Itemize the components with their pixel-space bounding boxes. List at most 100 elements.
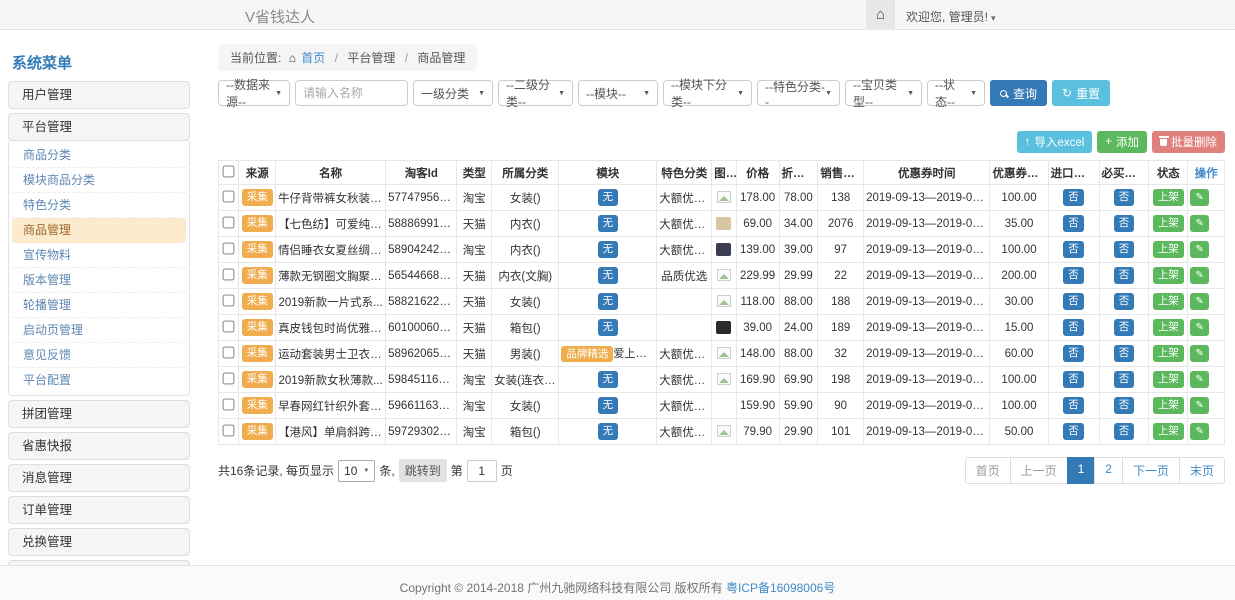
edit-button[interactable]: ✎ (1190, 345, 1209, 362)
icp-link[interactable]: 粤ICP备16098006号 (726, 581, 835, 595)
status-badge[interactable]: 上架 (1153, 215, 1184, 232)
sidebar-item-模块商品分类[interactable]: 模块商品分类 (12, 168, 186, 193)
sidebar-panel-订单管理[interactable]: 订单管理 (8, 496, 190, 524)
page-button-首页[interactable]: 首页 (965, 457, 1011, 484)
filter-select[interactable]: --模块下分类--▼ (663, 80, 752, 106)
sidebar-item-宣传物料[interactable]: 宣传物料 (12, 243, 186, 268)
filter-select[interactable]: --数据来源--▼ (218, 80, 290, 106)
module-badge[interactable]: 无 (598, 397, 619, 414)
import-pick-toggle[interactable]: 否 (1063, 319, 1084, 336)
module-badge[interactable]: 无 (598, 189, 619, 206)
status-badge[interactable]: 上架 (1153, 267, 1184, 284)
sidebar-item-商品管理[interactable]: 商品管理 (12, 218, 186, 243)
page-number-input[interactable] (467, 460, 497, 482)
edit-button[interactable]: ✎ (1190, 241, 1209, 258)
import-pick-toggle[interactable]: 否 (1063, 345, 1084, 362)
edit-button[interactable]: ✎ (1190, 189, 1209, 206)
batch-delete-button[interactable]: 批量删除 (1152, 131, 1225, 153)
per-page-select[interactable]: 10▼ (338, 460, 375, 482)
page-button-末页[interactable]: 末页 (1179, 457, 1225, 484)
must-buy-toggle[interactable]: 否 (1114, 371, 1135, 388)
page-button-1[interactable]: 1 (1067, 457, 1096, 484)
must-buy-toggle[interactable]: 否 (1114, 241, 1135, 258)
module-badge[interactable]: 无 (598, 423, 619, 440)
sidebar-panel-消息管理[interactable]: 消息管理 (8, 464, 190, 492)
filter-select[interactable]: 一级分类▼ (413, 80, 493, 106)
status-badge[interactable]: 上架 (1153, 293, 1184, 310)
select-all-checkbox[interactable] (223, 165, 235, 177)
sidebar-panel-拼团管理[interactable]: 拼团管理 (8, 400, 190, 428)
status-badge[interactable]: 上架 (1153, 371, 1184, 388)
sidebar-item-启动页管理[interactable]: 启动页管理 (12, 318, 186, 343)
status-badge[interactable]: 上架 (1153, 397, 1184, 414)
sidebar-item-版本管理[interactable]: 版本管理 (12, 268, 186, 293)
filter-select[interactable]: --特色分类--▼ (757, 80, 840, 106)
edit-button[interactable]: ✎ (1190, 319, 1209, 336)
import-excel-button[interactable]: ↑导入excel (1017, 131, 1093, 153)
import-pick-toggle[interactable]: 否 (1063, 241, 1084, 258)
page-button-上一页[interactable]: 上一页 (1010, 457, 1068, 484)
reset-button[interactable]: ↻重置 (1052, 80, 1110, 106)
import-pick-toggle[interactable]: 否 (1063, 371, 1084, 388)
row-checkbox[interactable] (223, 372, 235, 384)
module-badge[interactable]: 无 (598, 241, 619, 258)
module-badge[interactable]: 无 (598, 267, 619, 284)
row-checkbox[interactable] (223, 268, 235, 280)
must-buy-toggle[interactable]: 否 (1114, 397, 1135, 414)
import-pick-toggle[interactable]: 否 (1063, 267, 1084, 284)
filter-select[interactable]: --宝贝类型--▼ (845, 80, 922, 106)
status-badge[interactable]: 上架 (1153, 423, 1184, 440)
home-button[interactable]: ⌂ (866, 0, 895, 30)
row-checkbox[interactable] (223, 320, 235, 332)
sidebar-panel-省惠快报[interactable]: 省惠快报 (8, 432, 190, 460)
breadcrumb-home-link[interactable]: 首页 (301, 51, 325, 65)
row-checkbox[interactable] (223, 424, 235, 436)
must-buy-toggle[interactable]: 否 (1114, 319, 1135, 336)
edit-button[interactable]: ✎ (1190, 371, 1209, 388)
must-buy-toggle[interactable]: 否 (1114, 293, 1135, 310)
row-checkbox[interactable] (223, 216, 235, 228)
sidebar-panel-兑换管理[interactable]: 兑换管理 (8, 528, 190, 556)
import-pick-toggle[interactable]: 否 (1063, 215, 1084, 232)
add-button[interactable]: +添加 (1097, 131, 1147, 153)
import-pick-toggle[interactable]: 否 (1063, 397, 1084, 414)
edit-button[interactable]: ✎ (1190, 397, 1209, 414)
sidebar-panel-平台管理[interactable]: 平台管理 (8, 113, 190, 141)
sidebar-item-特色分类[interactable]: 特色分类 (12, 193, 186, 218)
status-badge[interactable]: 上架 (1153, 189, 1184, 206)
filter-select[interactable]: --二级分类--▼ (498, 80, 573, 106)
sidebar-panel-用户管理[interactable]: 用户管理 (8, 81, 190, 109)
search-button[interactable]: 查询 (990, 80, 1047, 106)
module-badge[interactable]: 无 (598, 215, 619, 232)
row-checkbox[interactable] (223, 242, 235, 254)
row-checkbox[interactable] (223, 190, 235, 202)
must-buy-toggle[interactable]: 否 (1114, 267, 1135, 284)
module-badge[interactable]: 无 (598, 293, 619, 310)
sidebar-item-商品分类[interactable]: 商品分类 (12, 143, 186, 168)
row-checkbox[interactable] (223, 294, 235, 306)
row-checkbox[interactable] (223, 398, 235, 410)
must-buy-toggle[interactable]: 否 (1114, 423, 1135, 440)
must-buy-toggle[interactable]: 否 (1114, 345, 1135, 362)
sidebar-item-意见反馈[interactable]: 意见反馈 (12, 343, 186, 368)
sidebar-item-平台配置[interactable]: 平台配置 (12, 368, 186, 393)
user-menu[interactable]: 欢迎您, 管理员!▾ (906, 8, 996, 25)
module-badge[interactable]: 无 (598, 371, 619, 388)
module-badge[interactable]: 无 (598, 319, 619, 336)
row-checkbox[interactable] (223, 346, 235, 358)
must-buy-toggle[interactable]: 否 (1114, 189, 1135, 206)
sidebar-item-轮播管理[interactable]: 轮播管理 (12, 293, 186, 318)
edit-button[interactable]: ✎ (1190, 293, 1209, 310)
status-badge[interactable]: 上架 (1153, 345, 1184, 362)
import-pick-toggle[interactable]: 否 (1063, 423, 1084, 440)
name-search-input[interactable] (295, 80, 408, 106)
status-badge[interactable]: 上架 (1153, 241, 1184, 258)
module-badge[interactable]: 品牌精选 (561, 346, 613, 363)
page-button-下一页[interactable]: 下一页 (1122, 457, 1180, 484)
must-buy-toggle[interactable]: 否 (1114, 215, 1135, 232)
filter-select[interactable]: --模块--▼ (578, 80, 658, 106)
filter-select[interactable]: --状态--▼ (927, 80, 985, 106)
page-button-2[interactable]: 2 (1094, 457, 1123, 484)
edit-button[interactable]: ✎ (1190, 215, 1209, 232)
import-pick-toggle[interactable]: 否 (1063, 293, 1084, 310)
